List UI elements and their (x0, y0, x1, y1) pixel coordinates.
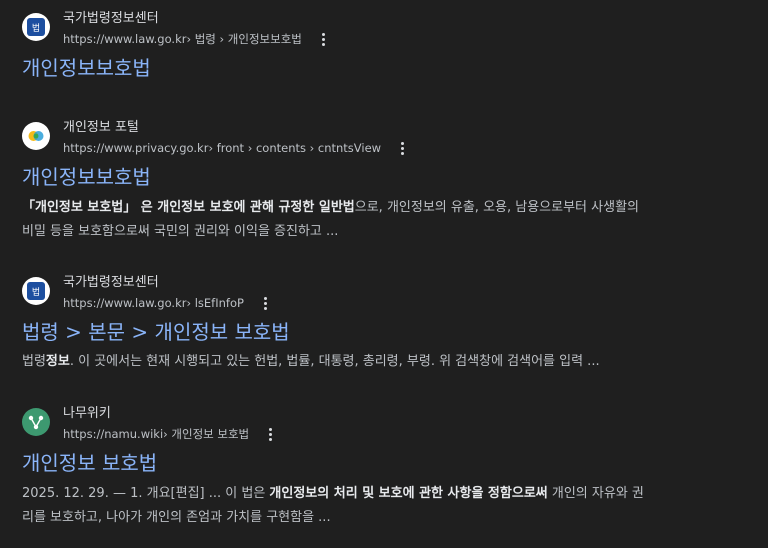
site-name: 국가법령정보센터 (63, 11, 159, 26)
result-title-link[interactable]: 개인정보보호법 (22, 164, 151, 190)
result-site-info[interactable]: 개인정보 포털 https://www.privacy.go.kr › fron… (22, 119, 752, 159)
url-base: https://www.privacy.go.kr (63, 141, 209, 155)
result-snippet: 2025. 12. 29. — 1. 개요[편집] ... 이 법은 개인정보의… (22, 482, 722, 530)
snippet-text: 2025. 12. 29. — 1. 개요[편집] ... 이 법은 (22, 486, 270, 501)
privacy-portal-icon (22, 122, 50, 150)
url-path: › lsEfInfoP (186, 296, 244, 310)
site-url: https://www.law.go.kr › lsEfInfoP (63, 295, 272, 311)
snippet-line: 비밀 등을 보호함으로써 국민의 권리와 이익을 증진하고 ... (22, 224, 339, 239)
snippet-text: 으로, 개인정보의 유출, 오용, 남용으로부터 사생활의 (354, 200, 639, 215)
result-title-link[interactable]: 법령 > 본문 > 개인정보 보호법 (22, 319, 290, 345)
url-path: › 개인정보 보호법 (163, 427, 250, 441)
search-result: 법 국가법령정보센터 https://www.law.go.kr › lsEfI… (22, 274, 752, 369)
result-site-info[interactable]: 법 국가법령정보센터 https://www.law.go.kr › lsEfI… (22, 274, 752, 314)
result-site-info[interactable]: 법 국가법령정보센터 https://www.law.go.kr › 법령 › … (22, 10, 752, 50)
snippet-bold-text: 「개인정보 보호법」 은 개인정보 보호에 관해 규정한 일반법 (22, 200, 355, 215)
snippet-line: 법령정보. 이 곳에서는 현재 시행되고 있는 헌법, 법률, 대통령, 총리령… (22, 350, 722, 374)
result-snippet: 법령정보. 이 곳에서는 현재 시행되고 있는 헌법, 법률, 대통령, 총리령… (22, 350, 722, 374)
snippet-bold-text: 개인정보의 처리 및 보호에 관한 사항을 정함으로써 (269, 486, 548, 501)
snippet-text: 법령 (22, 354, 46, 369)
site-name: 나무위키 (63, 406, 111, 421)
url-base: https://www.law.go.kr (63, 32, 187, 46)
more-options-icon[interactable] (263, 426, 277, 442)
snippet-line: 리를 보호하고, 나아가 개인의 존엄과 가치를 구현함을 ... (22, 510, 331, 525)
snippet-bold-text: 정보 (45, 354, 70, 369)
law-go-kr-icon: 법 (22, 277, 50, 305)
result-title-link[interactable]: 개인정보 보호법 (22, 450, 157, 476)
url-path: › 법령 › 개인정보보호법 (186, 32, 302, 46)
search-result: 법 국가법령정보센터 https://www.law.go.kr › 법령 › … (22, 10, 752, 80)
url-base: https://www.law.go.kr (63, 296, 187, 310)
site-url: https://www.law.go.kr › 법령 › 개인정보보호법 (63, 31, 330, 47)
result-snippet: 「개인정보 보호법」 은 개인정보 보호에 관해 규정한 일반법으로, 개인정보… (22, 196, 722, 244)
more-options-icon[interactable] (316, 31, 330, 47)
result-site-info[interactable]: 나무위키 https://namu.wiki › 개인정보 보호법 (22, 405, 752, 445)
site-name: 국가법령정보센터 (63, 275, 159, 290)
site-url: https://www.privacy.go.kr › front › cont… (63, 140, 409, 156)
url-base: https://namu.wiki (63, 427, 164, 441)
more-options-icon[interactable] (395, 140, 409, 156)
snippet-text: 개인의 자유와 권 (547, 486, 644, 501)
namu-wiki-icon (22, 408, 50, 436)
svg-text:법: 법 (32, 287, 40, 298)
svg-text:법: 법 (32, 23, 40, 34)
law-go-kr-icon: 법 (22, 13, 50, 41)
snippet-text: . 이 곳에서는 현재 시행되고 있는 헌법, 법률, 대통령, 총리령, 부령… (69, 354, 600, 369)
snippet-line: 2025. 12. 29. — 1. 개요[편집] ... 이 법은 개인정보의… (22, 482, 722, 506)
search-result: 개인정보 포털 https://www.privacy.go.kr › fron… (22, 119, 752, 239)
site-url: https://namu.wiki › 개인정보 보호법 (63, 426, 277, 442)
site-name: 개인정보 포털 (63, 120, 139, 135)
snippet-line: 「개인정보 보호법」 은 개인정보 보호에 관해 규정한 일반법으로, 개인정보… (22, 196, 722, 220)
search-result: 나무위키 https://namu.wiki › 개인정보 보호법 개인정보 보… (22, 405, 752, 525)
more-options-icon[interactable] (258, 295, 272, 311)
result-title-link[interactable]: 개인정보보호법 (22, 55, 151, 81)
url-path: › front › contents › cntntsView (208, 141, 382, 155)
